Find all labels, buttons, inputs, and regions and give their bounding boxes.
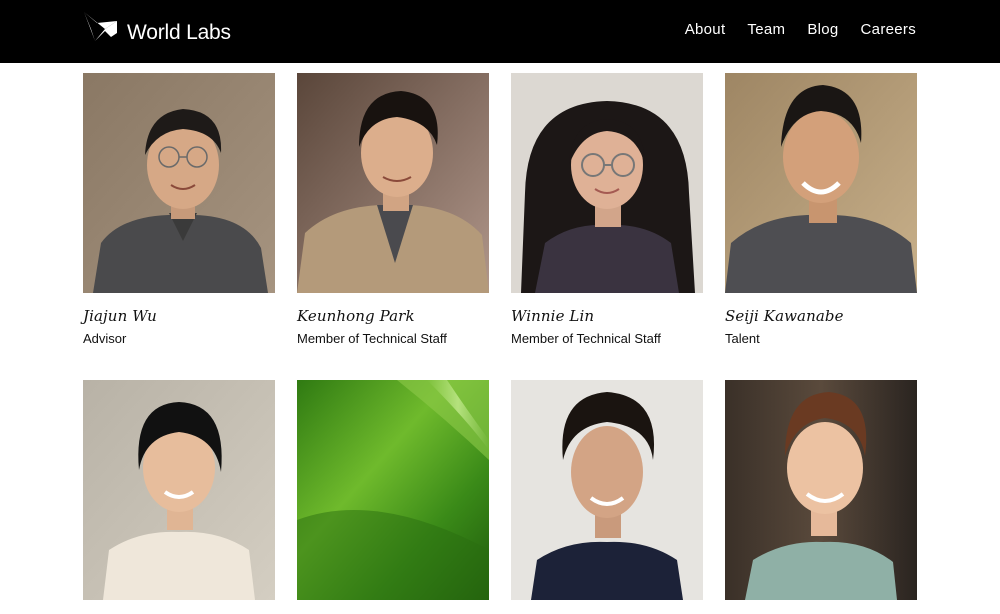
member-name: Seiji Kawanabe (725, 307, 844, 325)
member-role: Member of Technical Staff (297, 331, 447, 346)
team-photo (511, 380, 703, 600)
team-card[interactable]: Jiajun Wu Advisor (83, 73, 275, 346)
member-name: Winnie Lin (511, 307, 595, 325)
nav-about-link[interactable]: About (685, 21, 726, 38)
member-role: Advisor (83, 331, 127, 346)
team-photo (725, 73, 917, 293)
team-photo (83, 380, 275, 600)
team-card[interactable] (83, 380, 275, 614)
team-photo (725, 380, 917, 600)
world-labs-logo-icon (84, 12, 117, 41)
team-card[interactable] (297, 380, 489, 614)
team-card[interactable] (511, 380, 703, 614)
team-photo (83, 73, 275, 293)
logo-text: World Labs (127, 21, 231, 44)
team-card[interactable]: Seiji Kawanabe Talent (725, 73, 917, 346)
nav-blog-link[interactable]: Blog (807, 21, 838, 38)
nav-team-link[interactable]: Team (747, 21, 785, 38)
member-role: Member of Technical Staff (511, 331, 661, 346)
nav-careers-link[interactable]: Careers (861, 21, 916, 38)
site-header: World Labs About Team Blog Careers (0, 0, 1000, 63)
team-card[interactable]: Winnie Lin Member of Technical Staff (511, 73, 703, 346)
main-nav: About Team Blog Careers (685, 21, 916, 38)
team-card[interactable]: Keunhong Park Member of Technical Staff (297, 73, 489, 346)
team-photo (511, 73, 703, 293)
team-card[interactable] (725, 380, 917, 614)
team-photo-abstract (297, 380, 489, 600)
team-photo (297, 73, 489, 293)
member-name: Jiajun Wu (83, 307, 157, 325)
member-role: Talent (725, 331, 760, 346)
member-name: Keunhong Park (297, 307, 415, 325)
world-labs-logo[interactable]: World Labs (83, 10, 231, 44)
